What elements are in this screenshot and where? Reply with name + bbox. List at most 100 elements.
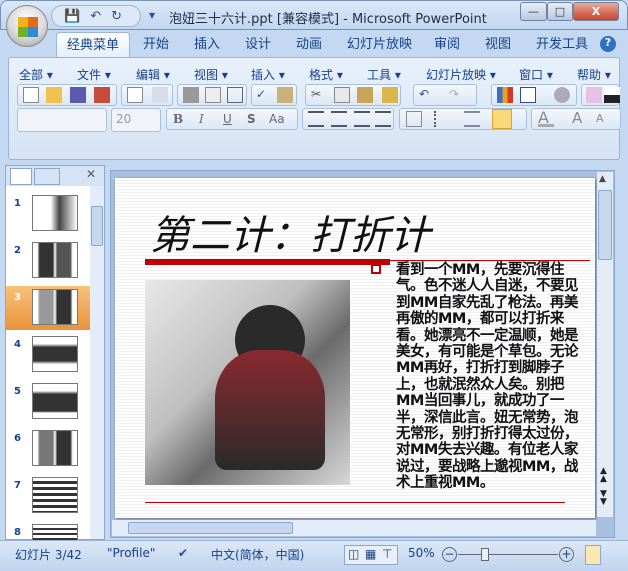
copy-icon[interactable]	[334, 87, 350, 103]
menu-help[interactable]: 帮助 ▾	[577, 66, 611, 83]
slide-sorter-icon[interactable]: ▦	[365, 547, 376, 561]
bold-button[interactable]: B	[173, 112, 183, 126]
tab-classic-menu[interactable]: 经典菜单	[56, 32, 131, 58]
tab-animation[interactable]: 动画	[296, 32, 322, 58]
tab-review[interactable]: 审阅	[434, 32, 460, 58]
line-spacing-icon[interactable]	[434, 111, 450, 127]
zoom-level[interactable]: 50%	[408, 546, 435, 560]
normal-view-icon[interactable]: ◫	[348, 547, 359, 561]
grid-icon[interactable]	[227, 87, 243, 103]
tab-design[interactable]: 设计	[245, 32, 271, 58]
cut-icon[interactable]: ✂	[311, 87, 327, 103]
save-icon[interactable]	[70, 87, 86, 103]
slide-horizontal-scrollbar[interactable]	[112, 520, 596, 536]
align-left-icon[interactable]	[308, 111, 324, 127]
text-direction-icon[interactable]	[406, 111, 422, 127]
paste-icon[interactable]	[357, 87, 373, 103]
customize-qat-button[interactable]: ▾	[149, 8, 155, 22]
hyperlink-icon[interactable]	[554, 87, 570, 103]
shadow-button[interactable]: S	[247, 112, 256, 126]
menu-file[interactable]: 文件 ▾	[77, 66, 111, 83]
zoom-out-icon[interactable]: −	[442, 547, 457, 562]
slide-title[interactable]: 第二计：打折计	[150, 203, 430, 261]
undo-icon[interactable]: ↶	[90, 9, 101, 24]
grow-font-icon[interactable]: A	[572, 111, 588, 127]
zoom-slider[interactable]	[458, 554, 558, 555]
redo-icon[interactable]: ↷	[449, 87, 465, 103]
slideshow-icon[interactable]: ⊤	[382, 547, 392, 561]
shrink-font-icon[interactable]: A	[596, 111, 612, 127]
slide-body-text[interactable]: 看到一个MM，先要沉得住气。色不迷人人自迷，不要见到MM自家先乱了枪法。再美再傲…	[396, 262, 588, 492]
tab-insert[interactable]: 插入	[194, 32, 220, 58]
slide-vertical-scrollbar[interactable]: ▲ ▲ ▲ ▼ ▼	[597, 172, 613, 517]
permission-icon[interactable]	[94, 87, 110, 103]
chart-icon[interactable]	[497, 87, 513, 103]
open-icon[interactable]	[46, 87, 62, 103]
slide-thumbnail[interactable]: 5	[6, 380, 90, 424]
align-center-icon[interactable]	[331, 111, 347, 127]
close-button[interactable]: X	[573, 2, 619, 21]
zoom-in-icon[interactable]: +	[559, 547, 574, 562]
table-icon[interactable]	[520, 87, 536, 103]
menu-tools[interactable]: 工具 ▾	[367, 66, 401, 83]
close-pane-icon[interactable]: ✕	[86, 167, 96, 181]
save-icon[interactable]: 💾	[64, 9, 80, 24]
font-color-icon[interactable]: A	[538, 110, 554, 127]
menu-view[interactable]: 视图 ▾	[194, 66, 228, 83]
print-icon[interactable]	[183, 87, 199, 103]
tab-developer[interactable]: 开发工具	[536, 32, 588, 58]
menu-all[interactable]: 全部 ▾	[19, 66, 53, 83]
fit-to-window-icon[interactable]	[585, 545, 601, 565]
maximize-button[interactable]: □	[547, 2, 573, 21]
tab-slideshow[interactable]: 幻灯片放映	[347, 32, 412, 58]
scroll-thumb[interactable]	[128, 522, 293, 534]
menu-format[interactable]: 格式 ▾	[309, 66, 343, 83]
slide-thumbnail-selected[interactable]: 3	[6, 286, 90, 330]
new-icon[interactable]	[23, 87, 39, 103]
scroll-thumb[interactable]	[598, 190, 612, 260]
slides-tab[interactable]	[10, 168, 32, 185]
slide-thumbnail[interactable]: 1	[6, 192, 90, 236]
undo-icon[interactable]: ↶	[419, 87, 435, 103]
scroll-up-icon[interactable]: ▲	[599, 174, 606, 184]
spelling-icon[interactable]: ✓	[256, 87, 272, 103]
slide-thumbnail[interactable]: 2	[6, 239, 90, 283]
attach-icon[interactable]	[152, 87, 168, 103]
menu-window[interactable]: 窗口 ▾	[519, 66, 553, 83]
help-icon[interactable]: ?	[600, 36, 616, 52]
tab-view[interactable]: 视图	[485, 32, 511, 58]
align-right-icon[interactable]	[354, 111, 370, 127]
minimize-button[interactable]: —	[520, 2, 547, 21]
menu-insert[interactable]: 插入 ▾	[251, 66, 285, 83]
justify-icon[interactable]	[375, 111, 391, 127]
scroll-thumb[interactable]	[91, 206, 103, 246]
numbering-icon[interactable]	[464, 111, 480, 127]
font-size-field[interactable]: 20	[111, 108, 161, 132]
italic-button[interactable]: I	[199, 112, 204, 126]
format-painter-icon[interactable]	[382, 87, 398, 103]
underline-button[interactable]: U	[223, 112, 232, 126]
file-send-icon[interactable]	[127, 87, 143, 103]
tab-home[interactable]: 开始	[143, 32, 169, 58]
language[interactable]: 中文(简体，中国)	[211, 546, 304, 563]
research-icon[interactable]	[277, 87, 293, 103]
change-case-button[interactable]: Aa	[269, 112, 285, 126]
zoom-slider-thumb[interactable]	[480, 548, 489, 561]
font-name-field[interactable]	[17, 108, 107, 132]
bullets-icon[interactable]	[492, 109, 512, 129]
spell-check-icon[interactable]: ✔	[178, 546, 188, 560]
previous-slide-icon[interactable]: ▲ ▲	[600, 467, 607, 484]
office-button[interactable]	[6, 5, 48, 47]
slide-thumbnail[interactable]: 4	[6, 333, 90, 377]
color-grayscale-icon[interactable]	[604, 87, 620, 103]
print-preview-icon[interactable]	[205, 87, 221, 103]
slide-photo[interactable]	[145, 280, 350, 485]
menu-edit[interactable]: 编辑 ▾	[136, 66, 170, 83]
next-slide-icon[interactable]: ▼ ▼	[600, 490, 607, 507]
slide-thumbnail[interactable]: 6	[6, 427, 90, 471]
redo-icon[interactable]: ↻	[111, 9, 122, 24]
menu-slideshow[interactable]: 幻灯片放映 ▾	[426, 66, 496, 83]
slides-pane-scrollbar[interactable]	[90, 186, 104, 539]
slide-thumbnail[interactable]: 7	[6, 474, 90, 518]
outline-tab[interactable]	[34, 168, 60, 185]
